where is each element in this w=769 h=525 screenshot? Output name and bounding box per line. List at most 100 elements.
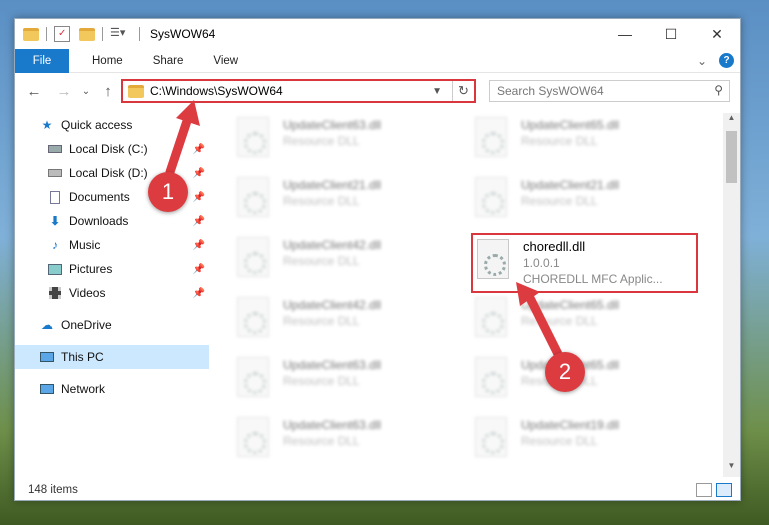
pictures-icon — [47, 262, 63, 276]
tab-home[interactable]: Home — [77, 49, 138, 73]
file-item[interactable]: UpdateClient63.dll Resource DLL — [237, 117, 467, 169]
details-view-icon[interactable] — [696, 482, 712, 497]
tiles-view-icon[interactable] — [716, 482, 732, 497]
sidebar-item-network[interactable]: Network — [15, 377, 209, 401]
dll-file-icon — [475, 177, 507, 217]
file-item[interactable]: UpdateClient21.dll Resource DLL — [237, 177, 467, 229]
pin-icon: 📌 — [192, 287, 205, 299]
folder-icon — [23, 27, 39, 41]
refresh-button[interactable]: ↻ — [452, 81, 474, 101]
highlighted-file-item[interactable]: choredll.dll 1.0.0.1 CHOREDLL MFC Applic… — [471, 233, 698, 293]
folder-icon — [128, 84, 144, 98]
new-folder-icon[interactable] — [79, 27, 95, 41]
file-item[interactable]: UpdateClient42.dll Resource DLL — [237, 237, 467, 289]
sidebar-item-downloads[interactable]: ⬇ Downloads 📌 — [15, 209, 209, 233]
ribbon-tabs: File Home Share View ⌄ ? — [15, 48, 740, 73]
chevron-down-icon[interactable]: ▼ — [432, 86, 442, 97]
file-description: CHOREDLL MFC Applic... — [523, 272, 663, 286]
file-name: UpdateClient42.dll — [283, 298, 382, 312]
file-item[interactable]: UpdateClient21.dll Resource DLL — [475, 177, 705, 229]
file-item[interactable]: UpdateClient65.dllResource DLL — [475, 297, 705, 349]
search-input[interactable]: Search SysWOW64 ⚲ — [489, 80, 730, 102]
callout-2: 2 — [545, 352, 585, 392]
chevron-down-icon[interactable]: ⌄ — [697, 54, 707, 68]
back-button[interactable]: ← — [23, 83, 45, 100]
navigation-pane: ★ Quick access Local Disk (C:) 📌 Local D… — [15, 113, 209, 477]
file-item[interactable]: UpdateClient65.dllResource DLL — [475, 357, 705, 409]
scroll-down-icon[interactable]: ▼ — [723, 461, 740, 477]
sidebar-item-videos[interactable]: Videos 📌 — [15, 281, 209, 305]
star-icon: ★ — [41, 118, 53, 132]
file-item[interactable]: UpdateClient63.dll Resource DLL — [237, 357, 467, 409]
sidebar-item-quick-access[interactable]: ★ Quick access — [15, 113, 209, 137]
dll-file-icon — [237, 237, 269, 277]
sidebar-item-onedrive[interactable]: ☁ OneDrive — [15, 313, 209, 337]
sidebar-item-local-disk-c[interactable]: Local Disk (C:) 📌 — [15, 137, 209, 161]
pin-icon: 📌 — [192, 167, 205, 179]
file-type: Resource DLL — [521, 434, 598, 448]
quick-access-toolbar: ✓ ☰▾ — [15, 26, 144, 42]
file-name: UpdateClient65.dll — [521, 298, 620, 312]
address-bar[interactable]: C:\Windows\SysWOW64 ▼ ↻ — [121, 79, 476, 103]
file-version: 1.0.0.1 — [523, 256, 560, 270]
file-type: Resource DLL — [283, 434, 360, 448]
file-type: Resource DLL — [283, 374, 360, 388]
tab-share[interactable]: Share — [138, 49, 199, 73]
dll-file-icon — [237, 117, 269, 157]
file-name: choredll.dll — [523, 239, 586, 254]
sidebar-item-label: Network — [61, 382, 106, 396]
tab-file[interactable]: File — [15, 48, 69, 73]
properties-icon[interactable]: ✓ — [54, 26, 70, 42]
tab-view[interactable]: View — [198, 49, 253, 73]
file-item[interactable]: UpdateClient42.dll Resource DLL — [237, 297, 467, 349]
status-bar: 148 items — [15, 477, 740, 500]
file-item[interactable]: UpdateClient63.dll Resource DLL — [237, 417, 467, 469]
window-controls: — ☐ ✕ — [602, 19, 740, 49]
drive-icon — [47, 142, 63, 156]
file-type: Resource DLL — [283, 194, 360, 208]
file-name: UpdateClient63.dll — [283, 418, 382, 432]
file-name: UpdateClient21.dll — [521, 178, 620, 192]
sidebar-item-pictures[interactable]: Pictures 📌 — [15, 257, 209, 281]
file-name: UpdateClient63.dll — [283, 358, 382, 372]
item-count: 148 items — [28, 483, 78, 496]
callout-1: 1 — [148, 172, 188, 212]
file-item[interactable]: UpdateClient65.dllResource DLL — [475, 117, 705, 169]
file-list: UpdateClient63.dll Resource DLL UpdateCli… — [211, 113, 723, 477]
sidebar-item-label: Downloads — [69, 214, 129, 228]
dll-file-icon — [475, 117, 507, 157]
pin-icon: 📌 — [192, 143, 205, 155]
scroll-up-icon[interactable]: ▲ — [723, 113, 740, 129]
help-icon[interactable]: ? — [719, 53, 734, 68]
title-bar: ✓ ☰▾ SysWOW64 — ☐ ✕ — [15, 19, 740, 49]
pin-icon: 📌 — [192, 263, 205, 275]
file-item[interactable]: UpdateClient19.dll Resource DLL — [475, 417, 705, 469]
search-icon: ⚲ — [714, 83, 723, 97]
window-title: SysWOW64 — [150, 27, 216, 41]
address-path[interactable]: C:\Windows\SysWOW64 — [150, 84, 283, 98]
dll-file-icon — [237, 177, 269, 217]
view-switcher — [696, 482, 732, 497]
sidebar-item-label: OneDrive — [61, 318, 112, 332]
close-button[interactable]: ✕ — [694, 19, 740, 49]
ribbon-right-controls: ⌄ ? — [697, 53, 734, 68]
minimize-button[interactable]: — — [602, 19, 648, 49]
forward-button[interactable]: → — [53, 83, 75, 100]
downloads-icon: ⬇ — [49, 214, 61, 228]
file-name: UpdateClient42.dll — [283, 238, 382, 252]
sidebar-item-this-pc[interactable]: This PC — [15, 345, 209, 369]
sidebar-item-music[interactable]: ♪ Music 📌 — [15, 233, 209, 257]
drive-icon — [47, 166, 63, 180]
network-icon — [39, 382, 55, 396]
scrollbar-thumb[interactable] — [726, 131, 737, 183]
music-icon: ♪ — [52, 238, 58, 252]
divider — [102, 27, 103, 41]
file-type: Resource DLL — [521, 194, 598, 208]
explorer-window: ✓ ☰▾ SysWOW64 — ☐ ✕ File Home Share View… — [14, 18, 741, 501]
up-button[interactable]: ↑ — [97, 83, 119, 100]
maximize-button[interactable]: ☐ — [648, 19, 694, 49]
recent-locations-button[interactable]: ⌄ — [75, 86, 97, 97]
customize-toolbar-icon[interactable]: ☰▾ — [110, 26, 126, 42]
vertical-scrollbar[interactable]: ▲ ▼ — [723, 113, 740, 477]
sidebar-item-label: Pictures — [69, 262, 113, 276]
